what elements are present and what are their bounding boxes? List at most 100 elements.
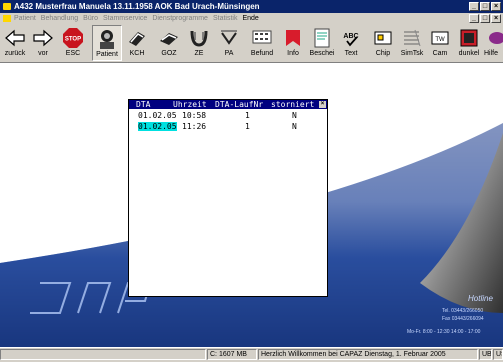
- hotline-label: Hotline: [468, 294, 493, 303]
- status-bar: C: 1607 MB Herzlich Willkommen bei CAPAZ…: [0, 347, 503, 362]
- col-dta-header: DTA: [136, 100, 151, 109]
- goz-button[interactable]: GOZ: [156, 25, 182, 61]
- ze-label: ZE: [194, 50, 204, 57]
- arrow-right-icon: [33, 29, 53, 47]
- dunkel-button[interactable]: dunkel: [456, 25, 482, 61]
- goz-label: GOZ: [161, 50, 177, 57]
- row-storniert: N: [292, 111, 297, 120]
- patient-label: Patient: [96, 51, 118, 58]
- back-button[interactable]: zurück: [2, 25, 28, 61]
- dunkel-label: dunkel: [458, 50, 480, 57]
- cam-button[interactable]: TW Cam: [428, 25, 452, 61]
- ze-button[interactable]: ZE: [186, 25, 212, 61]
- mdi-close-button[interactable]: ×: [491, 14, 501, 23]
- befund-button[interactable]: Befund: [248, 25, 276, 61]
- kch-label: KCH: [129, 50, 145, 57]
- stop-sign-icon: STOP: [63, 28, 83, 48]
- bescheid-button[interactable]: Beschei: [308, 25, 336, 61]
- dunkel-icon: [460, 29, 478, 47]
- row-laufnr: 1: [245, 122, 250, 131]
- patient-button[interactable]: Patient: [92, 25, 122, 61]
- chip-label: Chip: [375, 50, 391, 57]
- col-uhrzeit-header: Uhrzeit: [173, 100, 207, 109]
- status-empty-cell: [0, 349, 206, 360]
- row-storniert: N: [292, 122, 297, 131]
- help-icon: [489, 32, 503, 44]
- kch-button[interactable]: KCH: [124, 25, 150, 61]
- forward-label: vor: [38, 50, 48, 57]
- menu-stammservice[interactable]: Stammservice: [103, 13, 147, 24]
- help-label: Hilfe: [484, 50, 499, 57]
- status-mode: UB: [479, 349, 492, 360]
- table-row[interactable]: 01.02.05 11:26 1 N: [129, 122, 327, 131]
- col-storniert-header: storniert: [271, 100, 315, 109]
- text-label: Text: [344, 50, 358, 57]
- cam-icon: TW: [431, 31, 449, 45]
- dta-close-button[interactable]: ×: [319, 101, 326, 108]
- window-title: A432 Musterfrau Manuela 13.11.1958 AOK B…: [14, 2, 260, 11]
- menu-patient[interactable]: Patient: [14, 13, 36, 24]
- svg-text:STOP: STOP: [65, 37, 81, 43]
- menu-app-icon: [3, 15, 11, 22]
- text-button[interactable]: ABC Text: [338, 25, 364, 61]
- close-button[interactable]: ×: [491, 2, 501, 11]
- status-memory: C: 1607 MB: [207, 349, 257, 360]
- simtsk-icon: [404, 29, 421, 47]
- chip-icon: [374, 31, 392, 45]
- menu-buero[interactable]: Büro: [83, 13, 98, 24]
- esc-label: ESC: [65, 50, 81, 57]
- befund-icon: [252, 30, 272, 44]
- menu-bar: Patient Behandlung Büro Stammservice Die…: [0, 13, 503, 24]
- row-laufnr: 1: [245, 111, 250, 120]
- row-date-selected: 01.02.05: [138, 122, 177, 131]
- pa-button[interactable]: PA: [216, 25, 242, 61]
- svg-text:TW: TW: [435, 37, 445, 43]
- esc-button[interactable]: STOP ESC: [60, 25, 86, 61]
- pa-label: PA: [224, 50, 234, 57]
- goz-icon: [160, 33, 178, 45]
- bescheid-icon: [314, 28, 330, 48]
- minimize-button[interactable]: _: [469, 2, 479, 11]
- help-button[interactable]: Hilfe: [484, 25, 503, 61]
- mdi-minimize-button[interactable]: _: [469, 14, 479, 23]
- kch-icon: [129, 32, 145, 46]
- text-icon: ABC: [343, 33, 359, 47]
- menu-dienstprogramme[interactable]: Dienstprogramme: [152, 13, 208, 24]
- back-label: zurück: [4, 50, 26, 57]
- col-laufnr-header: DTA-LaufNr: [215, 100, 264, 109]
- hotline-fax: Fax 03443/266094: [442, 316, 484, 322]
- ze-icon: [190, 30, 208, 47]
- row-time: 10:58: [182, 111, 207, 120]
- simtsk-label: SimTsk: [400, 50, 424, 57]
- info-label: Info: [287, 50, 299, 57]
- app-icon: [3, 3, 11, 10]
- hotline-hours: Mo-Fr. 8:00 - 12:30 14:00 - 17:00: [407, 329, 481, 335]
- status-message: Herzlich Willkommen bei CAPAZ Dienstag, …: [258, 349, 478, 360]
- dta-list-window: DTA Uhrzeit DTA-LaufNr storniert × 01.02…: [128, 99, 328, 297]
- status-user: USER1: [493, 349, 503, 360]
- table-row[interactable]: 01.02.05 10:58 1 N: [129, 111, 327, 120]
- bescheid-label: Beschei: [309, 50, 335, 57]
- info-icon: [286, 30, 300, 46]
- simtsk-button[interactable]: SimTsk: [398, 25, 426, 61]
- hotline-tel: Tel. 03443/266050: [442, 308, 484, 314]
- row-date: 01.02.05: [138, 111, 177, 120]
- maximize-button[interactable]: □: [480, 2, 490, 11]
- patient-icon: [100, 30, 114, 49]
- cam-label: Cam: [432, 50, 448, 57]
- row-time: 11:26: [182, 122, 207, 131]
- forward-button[interactable]: vor: [30, 25, 56, 61]
- menu-statistik[interactable]: Statistik: [213, 13, 238, 24]
- window-titlebar: A432 Musterfrau Manuela 13.11.1958 AOK B…: [0, 0, 503, 13]
- mdi-controls: _ □ ×: [469, 14, 501, 23]
- befund-label: Befund: [250, 50, 274, 57]
- chip-button[interactable]: Chip: [370, 25, 396, 61]
- mdi-restore-button[interactable]: □: [480, 14, 490, 23]
- menu-behandlung[interactable]: Behandlung: [41, 13, 78, 24]
- dta-header-row: DTA Uhrzeit DTA-LaufNr storniert ×: [129, 100, 327, 109]
- window-controls: _ □ ×: [469, 2, 501, 11]
- main-toolbar: zurück vor STOP ESC Patient KCH GOZ ZE P…: [0, 24, 503, 63]
- menu-ende[interactable]: Ende: [242, 13, 258, 24]
- info-button[interactable]: Info: [280, 25, 306, 61]
- pa-icon: [221, 30, 237, 45]
